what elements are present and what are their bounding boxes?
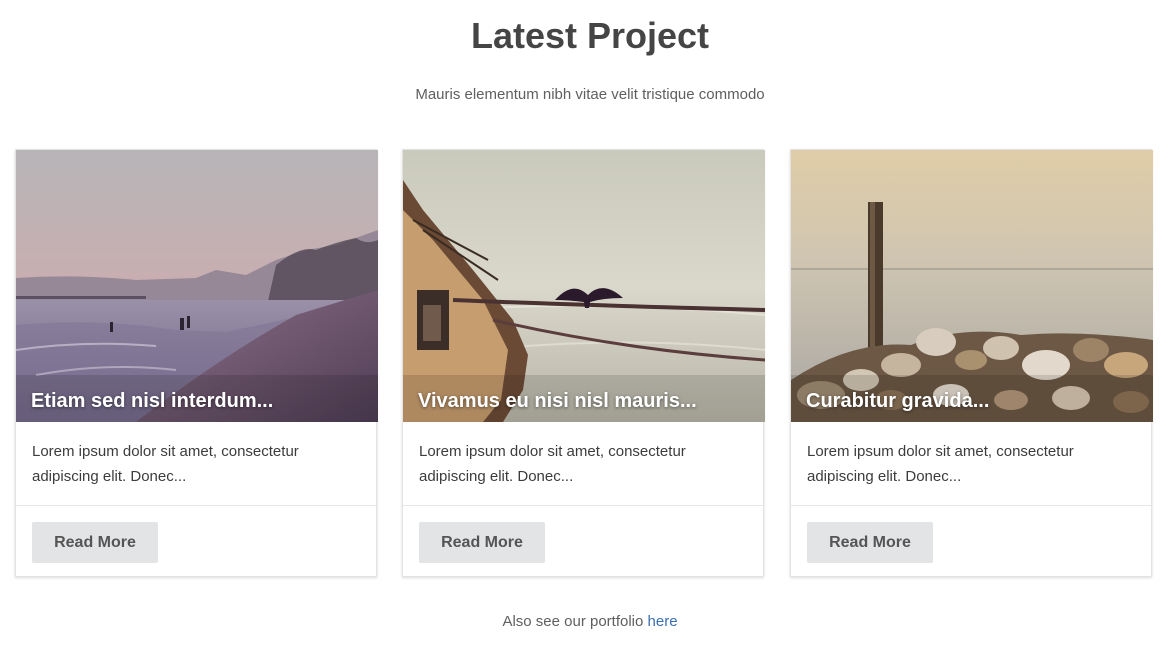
read-more-button[interactable]: Read More xyxy=(32,522,158,563)
card-content: Lorem ipsum dolor sit amet, consectetur … xyxy=(791,422,1151,506)
project-image-beach[interactable]: Etiam sed nisl interdum... xyxy=(16,150,378,422)
boat-bird-photo xyxy=(403,150,765,422)
card-action: Read More xyxy=(16,506,376,563)
card-excerpt: Lorem ipsum dolor sit amet, consectetur … xyxy=(807,443,1074,485)
card-content: Lorem ipsum dolor sit amet, consectetur … xyxy=(403,422,763,506)
project-cards: Etiam sed nisl interdum... Lorem ipsum d… xyxy=(15,149,1153,578)
portfolio-note: Also see our portfolio here xyxy=(0,612,1168,632)
section-title: Latest Project xyxy=(470,15,710,56)
rocks-post-photo xyxy=(791,150,1153,422)
project-card: Vivamus eu nisi nisl mauris... Lorem ips… xyxy=(402,149,765,577)
card-excerpt: Lorem ipsum dolor sit amet, consectetur … xyxy=(419,443,686,485)
project-card: Curabitur gravida... Lorem ipsum dolor s… xyxy=(790,149,1153,577)
card-title[interactable]: Vivamus eu nisi nisl mauris... xyxy=(418,388,697,414)
project-image-rocks[interactable]: Curabitur gravida... xyxy=(791,150,1153,422)
read-more-button[interactable]: Read More xyxy=(807,522,933,563)
card-excerpt: Lorem ipsum dolor sit amet, consectetur … xyxy=(32,443,299,485)
card-action: Read More xyxy=(403,506,763,563)
portfolio-note-text: Also see our portfolio xyxy=(502,613,648,630)
card-content: Lorem ipsum dolor sit amet, consectetur … xyxy=(16,422,376,506)
card-title[interactable]: Etiam sed nisl interdum... xyxy=(31,388,273,414)
portfolio-link[interactable]: here xyxy=(648,613,678,630)
card-action: Read More xyxy=(791,506,1151,563)
project-image-boat[interactable]: Vivamus eu nisi nisl mauris... xyxy=(403,150,765,422)
project-card: Etiam sed nisl interdum... Lorem ipsum d… xyxy=(15,149,378,577)
section-subtitle: Mauris elementum nibh vitae velit tristi… xyxy=(415,86,765,103)
card-title[interactable]: Curabitur gravida... xyxy=(806,388,989,414)
beach-photo xyxy=(16,150,378,422)
latest-project-section: Latest Project Mauris elementum nibh vit… xyxy=(0,0,1168,658)
read-more-button[interactable]: Read More xyxy=(419,522,545,563)
